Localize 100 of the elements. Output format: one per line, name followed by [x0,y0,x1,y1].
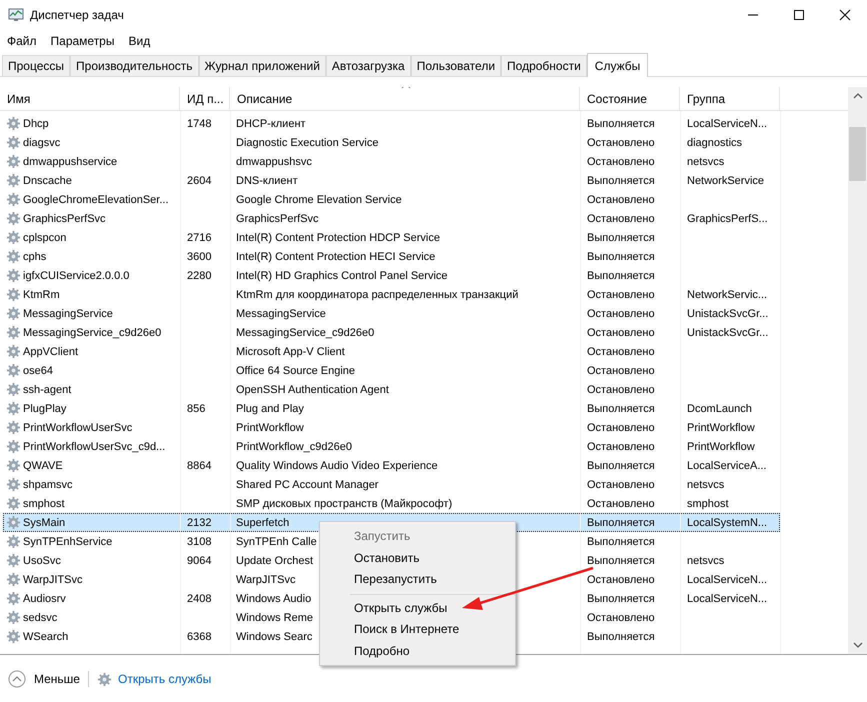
column-header[interactable]: Группа [680,87,780,111]
service-status: Выполняется [587,250,655,262]
service-status: Остановлено [587,478,655,490]
gear-icon [6,344,21,359]
context-menu-item[interactable]: Поиск в Интернете [320,619,515,640]
gear-icon [6,629,21,644]
menu-item[interactable]: Файл [7,34,37,48]
service-name: Dhcp [23,118,49,130]
service-description: PrintWorkflow [236,422,304,434]
gear-icon [6,401,21,416]
context-menu-item[interactable]: Открыть службы [320,598,515,619]
service-description: Diagnostic Execution Service [236,136,378,148]
open-services-link[interactable]: Открыть службы [118,672,212,686]
service-group: UnistackSvcGr... [687,326,768,338]
service-description: Windows Searc [236,630,312,642]
service-group: GraphicsPerfS... [687,212,768,224]
service-name: shpamsvc [23,478,73,490]
service-description: Windows Reme [236,612,314,624]
service-status: Остановлено [587,574,655,586]
tab[interactable]: Службы [586,53,648,77]
service-name: sedsvc [23,612,58,624]
gear-icon [6,515,21,530]
close-icon[interactable] [839,9,851,21]
gear-icon [6,116,21,131]
service-name: AppVClient [23,346,78,358]
service-status: Остановлено [587,612,655,624]
service-status: Остановлено [587,212,655,224]
chevron-up-icon [8,670,26,688]
service-description: Intel(R) Content Protection HDCP Service [236,232,440,244]
service-status: Остановлено [587,422,655,434]
scroll-up-icon[interactable] [852,93,862,99]
service-description: GraphicsPerfSvc [236,212,319,224]
process-id: 6368 [187,630,212,642]
scrollbar[interactable] [848,87,867,654]
service-group: LocalServiceN... [687,118,768,130]
service-description: Superfetch [236,516,290,528]
service-name: SysMain [23,516,66,528]
gear-icon [6,477,21,492]
service-status: Остановлено [587,136,655,148]
menu-item[interactable]: Параметры [50,34,114,48]
tab[interactable]: Автозагрузка [326,55,411,76]
service-name: GraphicsPerfSvc [23,212,106,224]
process-id: 856 [187,402,206,414]
service-description: SMP дисковых пространств (Майкрософт) [236,498,452,510]
tab[interactable]: Подробности [501,55,587,76]
process-id: 9064 [187,554,212,566]
service-status: Выполняется [587,232,655,244]
service-status: Выполняется [587,554,655,566]
service-description: WarpJITSvc [236,574,296,586]
service-group: UnistackSvcGr... [687,308,768,320]
gear-icon [6,553,21,568]
service-name: MessagingService_c9d26e0 [23,326,162,338]
service-group: PrintWorkflow [687,440,755,452]
service-description: Windows Audio [236,592,312,604]
service-group: NetworkServic... [687,288,768,300]
service-name: cphs [23,250,46,262]
column-header[interactable]: Описание [230,87,580,111]
context-menu-item[interactable]: Остановить [320,548,515,569]
tab[interactable]: Процессы [2,55,70,76]
service-name: PrintWorkflowUserSvc_c9d... [23,440,166,452]
fewer-details-button[interactable]: Меньше [8,670,80,688]
gear-icon [6,192,21,207]
tab[interactable]: Производительность [70,55,198,76]
service-name: Audiosrv [23,592,66,604]
service-status: Выполняется [587,592,655,604]
service-description: Google Chrome Elevation Service [236,194,402,206]
tab[interactable]: Пользователи [410,55,502,76]
service-description: Office 64 Source Engine [236,364,356,376]
maximize-icon[interactable] [793,9,805,21]
context-menu-item[interactable]: Подробно [320,640,515,662]
context-menu-item[interactable]: Перезапустить [320,569,515,590]
scroll-thumb[interactable] [849,127,866,181]
menu-item[interactable]: Вид [128,34,150,48]
process-id: 2280 [187,270,212,282]
service-status: Остановлено [587,156,655,168]
gear-icon [6,610,21,625]
service-name: ose64 [23,364,53,376]
tab[interactable]: Журнал приложений [198,55,326,76]
service-description: Update Orchest [236,554,314,566]
service-group: netsvcs [687,156,724,168]
service-name: diagsvc [23,136,60,148]
gear-icon [6,135,21,150]
service-status: Выполняется [587,536,655,548]
service-status: Остановлено [587,498,655,510]
service-group: smphost [687,498,729,510]
column-header[interactable]: Состояние [580,87,680,111]
service-name: UsoSvc [23,554,61,566]
gear-icon [6,534,21,549]
service-status: Выполняется [587,460,655,472]
process-id: 2716 [187,232,212,244]
scroll-down-icon[interactable] [852,642,862,648]
process-id: 2408 [187,592,212,604]
service-status: Остановлено [587,308,655,320]
gear-icon [96,672,112,686]
column-header[interactable]: Имя [0,87,180,111]
service-name: Dnscache [23,174,72,186]
gear-icon [6,173,21,188]
process-id: 1748 [187,118,212,130]
column-header[interactable]: ИД п... [180,87,230,111]
gear-icon [6,572,21,587]
